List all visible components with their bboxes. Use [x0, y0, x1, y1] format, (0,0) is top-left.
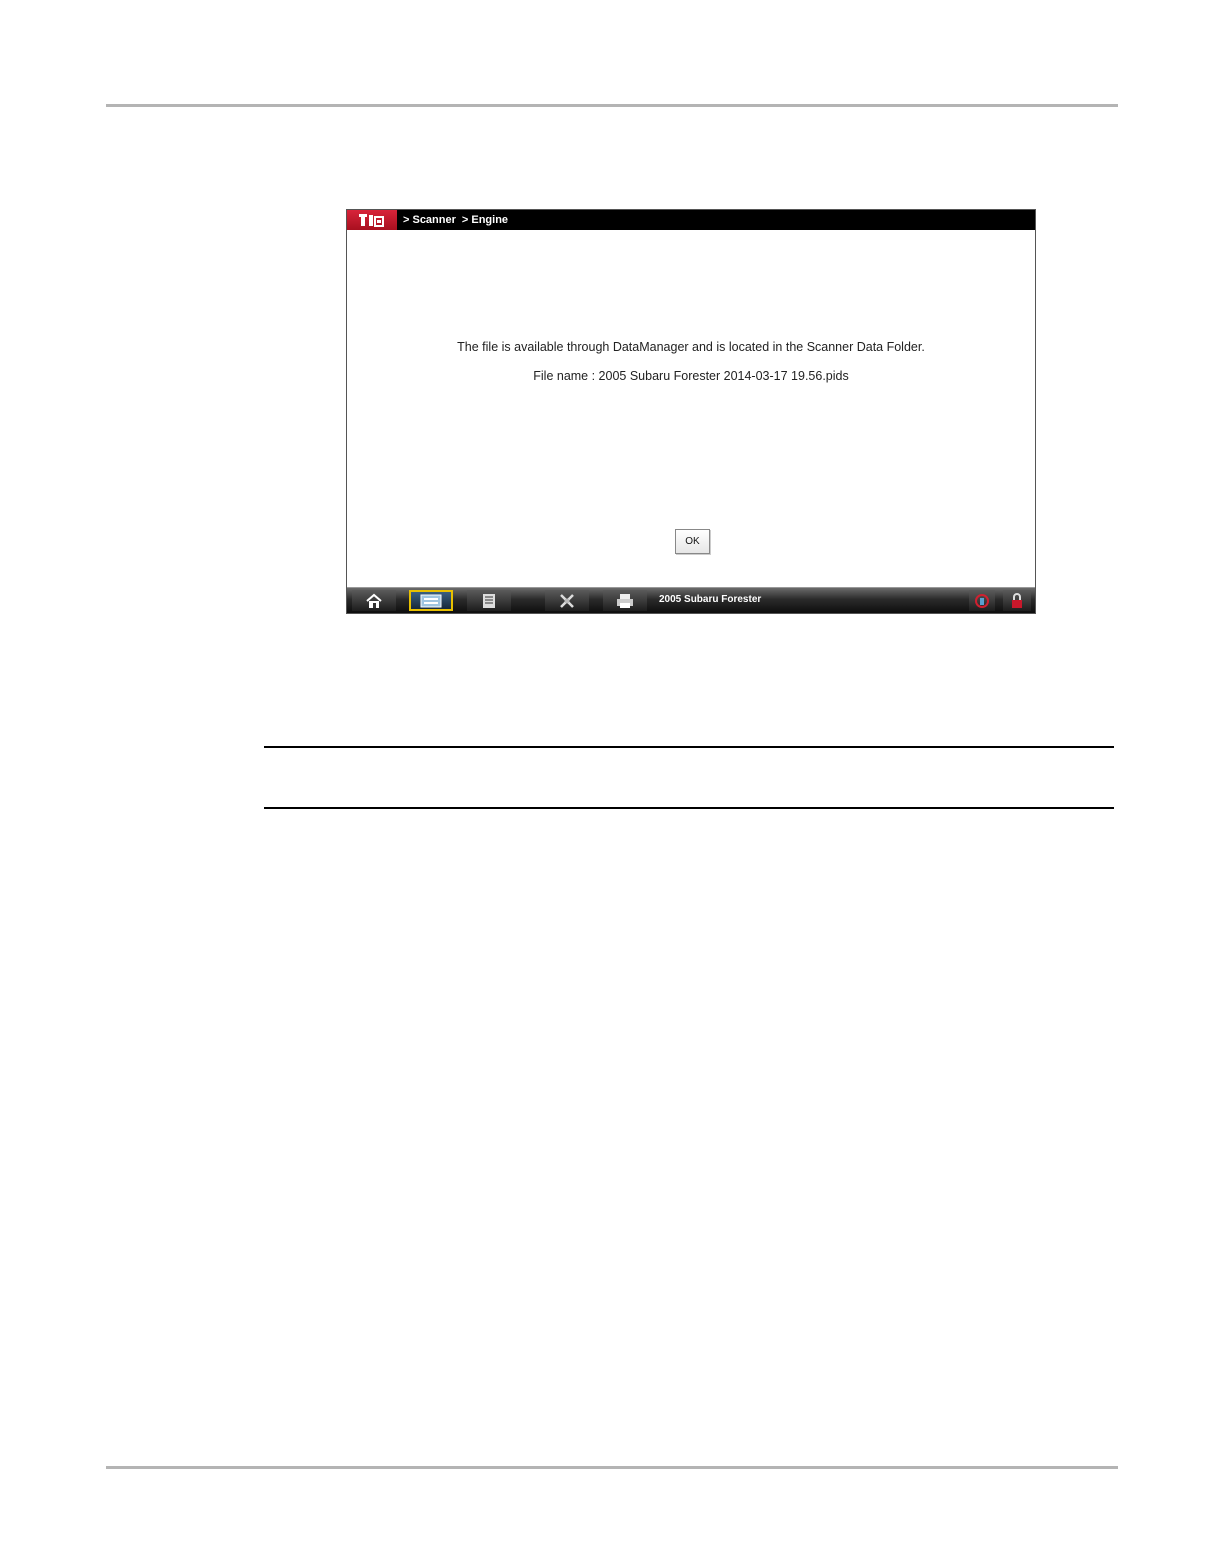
bottom-toolbar: 2005 Subaru Forester: [347, 587, 1035, 613]
list-icon[interactable]: [467, 590, 511, 611]
dialog-file-name: File name : 2005 Subaru Forester 2014-03…: [533, 369, 849, 383]
connection-icon[interactable]: [969, 590, 995, 611]
breadcrumb-engine[interactable]: > Engine: [462, 214, 508, 226]
data-icon[interactable]: [409, 590, 453, 611]
dialog-message: The file is available through DataManage…: [457, 340, 925, 354]
snap-on-logo-icon[interactable]: [347, 210, 397, 230]
header-rule: [106, 104, 1118, 107]
title-bar: > Scanner > Engine: [347, 210, 1035, 230]
home-icon[interactable]: [352, 590, 396, 611]
tools-icon[interactable]: [545, 590, 589, 611]
note-rule-bottom: [264, 807, 1114, 809]
lock-icon[interactable]: [1003, 590, 1031, 611]
printer-icon[interactable]: [603, 590, 647, 611]
breadcrumb-scanner[interactable]: > Scanner: [403, 214, 456, 226]
ok-button[interactable]: OK: [675, 529, 710, 554]
vehicle-label: 2005 Subaru Forester: [659, 594, 762, 605]
scanner-screen: > Scanner > Engine The file is available…: [346, 209, 1036, 614]
note-rule-top: [264, 746, 1114, 748]
footer-rule: [106, 1466, 1118, 1469]
